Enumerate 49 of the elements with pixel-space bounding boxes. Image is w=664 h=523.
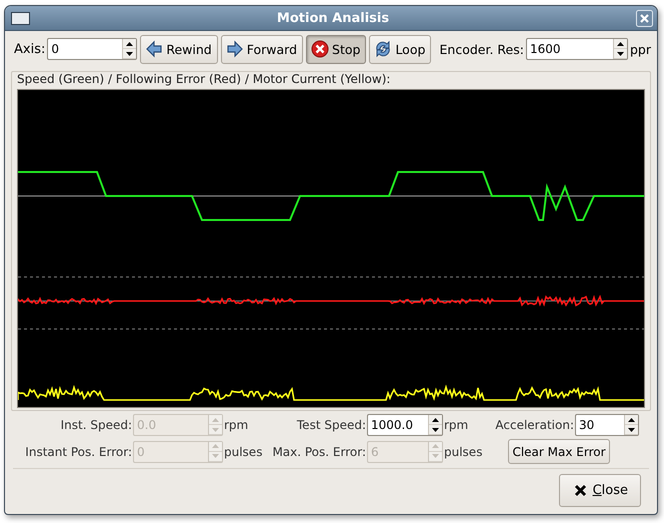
field-label: Inst. Speed: (60, 418, 133, 432)
window-title: Motion Analisis (276, 10, 390, 26)
plot-title: Speed (Green) / Following Error (Red) / Motor Current (Yellow): (17, 73, 392, 86)
clear-max-error-button[interactable]: Clear Max Error (508, 439, 610, 464)
spin-down-button[interactable] (614, 49, 627, 59)
down-arrow-icon (628, 428, 635, 432)
spin-field[interactable]: 1600 (526, 38, 628, 60)
loop-icon (374, 40, 392, 58)
window-icon (11, 12, 30, 24)
close-icon (574, 484, 587, 497)
down-arrow-icon (616, 52, 624, 56)
up-arrow-icon (432, 444, 439, 448)
spin-down-button[interactable] (429, 425, 442, 435)
spin-down-button[interactable] (625, 425, 638, 435)
toolbar-button[interactable]: Forward (220, 34, 304, 64)
spin-down-button[interactable] (123, 49, 136, 59)
unit-label: pulses (443, 444, 484, 458)
encoder-label: Encoder. Res: (440, 42, 524, 56)
toolbar-button[interactable]: Loop (369, 34, 432, 64)
close-button[interactable]: Close (558, 474, 641, 507)
unit-label: rpm (443, 418, 470, 432)
axis-label: Axis: (14, 42, 46, 56)
down-arrow-icon (432, 428, 439, 432)
up-arrow-icon (616, 42, 624, 46)
field-label: Instant Pos. Error: (24, 444, 133, 458)
left-arrow-icon (145, 40, 164, 58)
stop-icon (311, 40, 330, 58)
toolbar-button[interactable]: Stop (306, 34, 366, 64)
up-arrow-icon (212, 444, 219, 448)
spin-field[interactable]: 1000.0 (367, 414, 443, 436)
spin-field[interactable]: 30 (575, 414, 639, 436)
unit-label: pulses (223, 444, 264, 458)
up-arrow-icon (628, 418, 635, 422)
toolbar-button[interactable]: Rewind (140, 34, 218, 64)
up-arrow-icon (432, 418, 439, 422)
up-arrow-icon (126, 42, 134, 46)
down-arrow-icon (126, 52, 134, 56)
up-arrow-icon (212, 418, 219, 422)
field-label: Test Speed: (296, 418, 367, 432)
unit-label: ppr (630, 42, 651, 56)
close-icon[interactable] (636, 10, 653, 26)
down-arrow-icon (212, 454, 219, 458)
unit-label: rpm (223, 418, 250, 432)
down-arrow-icon (432, 454, 439, 458)
field-label: Max. Pos. Error: (271, 444, 367, 458)
field-label: Acceleration: (494, 418, 575, 432)
right-arrow-icon (226, 40, 244, 58)
down-arrow-icon (212, 428, 219, 432)
spin-field[interactable]: 0 (47, 38, 138, 60)
